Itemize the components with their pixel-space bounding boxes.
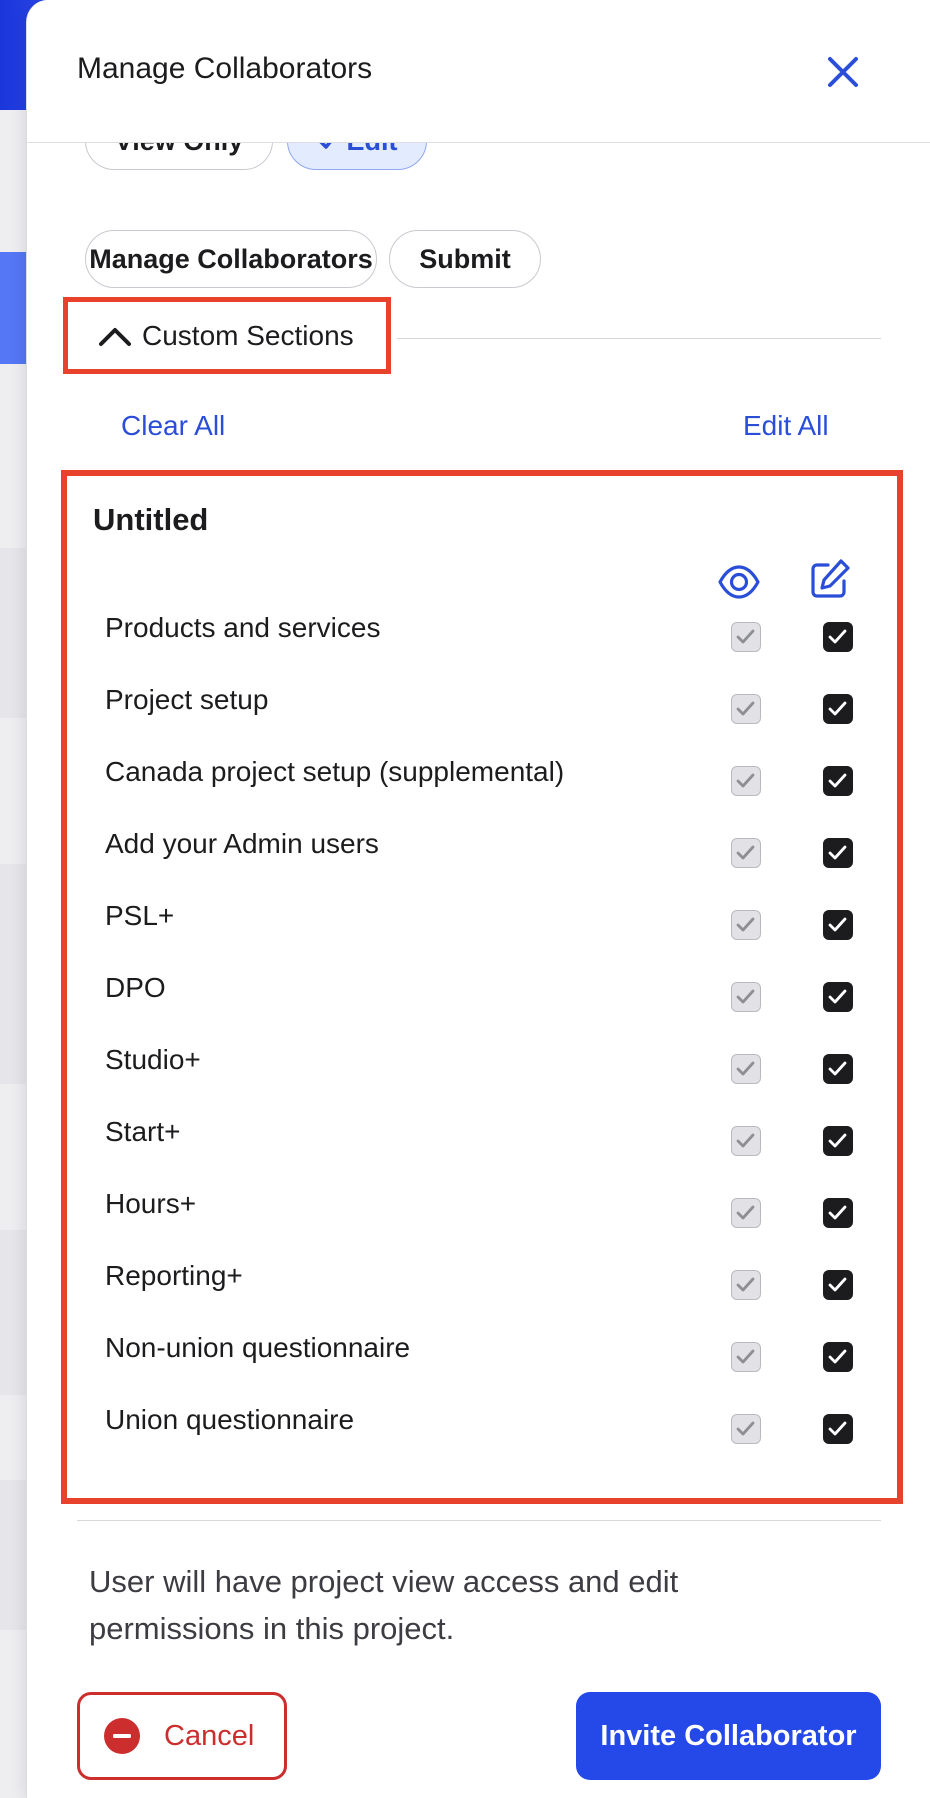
section-row: Start+ (67, 1102, 897, 1174)
check-icon (828, 1133, 847, 1148)
section-label: Start+ (105, 1116, 181, 1147)
section-label: DPO (105, 972, 166, 1003)
chevron-up-icon (99, 327, 131, 346)
view-checkbox[interactable] (731, 1414, 761, 1444)
edit-checkbox[interactable] (823, 838, 853, 868)
view-checkbox[interactable] (731, 838, 761, 868)
group-title: Untitled (93, 502, 209, 537)
check-icon (828, 1349, 847, 1364)
edit-checkbox[interactable] (823, 1270, 853, 1300)
edit-all-link[interactable]: Edit All (743, 410, 829, 442)
section-label: Project setup (105, 684, 269, 715)
section-divider (397, 338, 881, 339)
check-icon (736, 989, 755, 1004)
section-label: PSL+ (105, 900, 175, 931)
edit-checkbox[interactable] (823, 622, 853, 652)
section-row: Add your Admin users (67, 814, 897, 886)
custom-sections-label: Custom Sections (142, 319, 354, 351)
check-icon (736, 629, 755, 644)
edit-checkbox[interactable] (823, 1126, 853, 1156)
section-row: Reporting+ (67, 1246, 897, 1318)
edit-checkbox[interactable] (823, 1054, 853, 1084)
check-icon (828, 917, 847, 932)
view-checkbox[interactable] (731, 766, 761, 796)
view-checkbox[interactable] (731, 910, 761, 940)
manage-collaborators-button[interactable]: Manage Collaborators (85, 230, 377, 288)
submit-label: Submit (419, 243, 511, 274)
check-icon (828, 701, 847, 716)
check-icon (828, 989, 847, 1004)
edit-checkbox[interactable] (823, 910, 853, 940)
section-label: Studio+ (105, 1044, 201, 1075)
check-icon (736, 845, 755, 860)
minus-circle-icon (104, 1718, 140, 1754)
view-checkbox[interactable] (731, 1054, 761, 1084)
check-icon (736, 701, 755, 716)
view-checkbox[interactable] (731, 1198, 761, 1228)
section-label: Products and services (105, 612, 381, 643)
check-icon (828, 1061, 847, 1076)
view-checkbox[interactable] (731, 982, 761, 1012)
section-label: Canada project setup (supplemental) (105, 756, 565, 787)
view-checkbox[interactable] (731, 622, 761, 652)
pencil-square-icon (811, 559, 850, 598)
cancel-label: Cancel (164, 1719, 255, 1752)
section-group: Untitled Products and services Project se… (61, 470, 903, 1504)
cancel-button[interactable]: Cancel (77, 1692, 287, 1780)
view-checkbox[interactable] (731, 1126, 761, 1156)
footer-divider (77, 1520, 881, 1521)
manage-collaborators-panel: View Only Edit Manage Collaborators Mana… (26, 0, 930, 1798)
section-row: Studio+ (67, 1030, 897, 1102)
check-icon (736, 1277, 755, 1292)
section-row: Products and services (67, 598, 897, 670)
section-row: Union questionnaire (67, 1390, 897, 1462)
edit-checkbox[interactable] (823, 1198, 853, 1228)
check-icon (828, 1421, 847, 1436)
check-icon (736, 1205, 755, 1220)
view-checkbox[interactable] (731, 1342, 761, 1372)
check-icon (828, 845, 847, 860)
clear-all-link[interactable]: Clear All (121, 410, 225, 442)
check-icon (736, 1421, 755, 1436)
check-icon (828, 773, 847, 788)
section-label: Hours+ (105, 1188, 197, 1219)
check-icon (736, 1133, 755, 1148)
dialog-title: Manage Collaborators (77, 52, 373, 85)
section-label: Non-union questionnaire (105, 1332, 411, 1363)
check-icon (828, 1205, 847, 1220)
permission-description: User will have project view access and e… (89, 1564, 679, 1646)
section-row: Non-union questionnaire (67, 1318, 897, 1390)
dialog-header: Manage Collaborators (27, 0, 930, 143)
manage-collaborators-label: Manage Collaborators (89, 243, 373, 274)
view-checkbox[interactable] (731, 694, 761, 724)
section-label: Add your Admin users (105, 828, 379, 859)
submit-button[interactable]: Submit (389, 230, 541, 288)
edit-checkbox[interactable] (823, 1414, 853, 1444)
section-row: Canada project setup (supplemental) (67, 742, 897, 814)
edit-checkbox[interactable] (823, 694, 853, 724)
section-row: DPO (67, 958, 897, 1030)
close-icon[interactable] (821, 50, 865, 94)
edit-checkbox[interactable] (823, 1342, 853, 1372)
invite-collaborator-button[interactable]: Invite Collaborator (576, 1692, 881, 1780)
section-row: Hours+ (67, 1174, 897, 1246)
edit-checkbox[interactable] (823, 982, 853, 1012)
check-icon (736, 917, 755, 932)
check-icon (736, 1349, 755, 1364)
section-label: Reporting+ (105, 1260, 243, 1291)
section-row: PSL+ (67, 886, 897, 958)
check-icon (828, 629, 847, 644)
view-checkbox[interactable] (731, 1270, 761, 1300)
check-icon (736, 773, 755, 788)
edit-checkbox[interactable] (823, 766, 853, 796)
custom-sections-toggle[interactable]: Custom Sections (63, 297, 391, 374)
section-label: Union questionnaire (105, 1404, 355, 1435)
check-icon (828, 1277, 847, 1292)
check-icon (736, 1061, 755, 1076)
section-row: Project setup (67, 670, 897, 742)
